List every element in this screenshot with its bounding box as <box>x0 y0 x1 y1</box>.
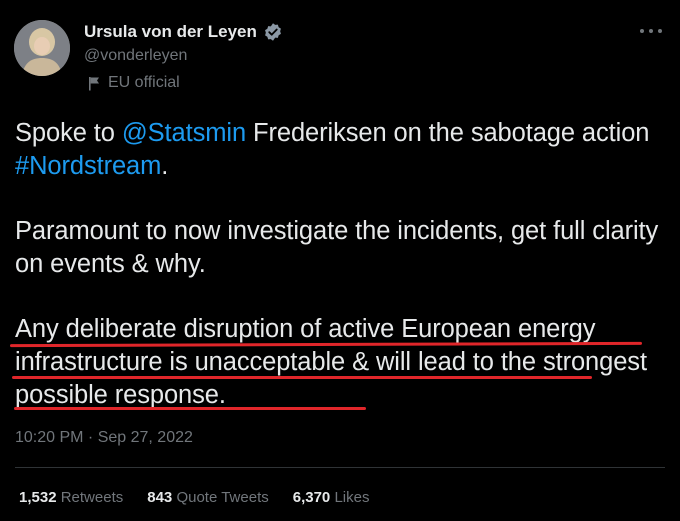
dot-icon <box>649 29 653 33</box>
quote-tweets-count: 843 <box>147 489 173 506</box>
flag-icon <box>88 76 100 91</box>
red-underline <box>14 407 366 410</box>
verified-badge-icon <box>263 22 283 42</box>
affiliation-label: EU official <box>88 74 180 92</box>
dot-icon <box>640 29 644 33</box>
tweet-timestamp[interactable]: 10:20 PM · Sep 27, 2022 <box>15 429 193 447</box>
more-options-button[interactable] <box>640 22 662 40</box>
engagement-stats: 1,532 Retweets 843 Quote Tweets 6,370 Li… <box>19 489 369 506</box>
text-segment: Spoke to <box>15 119 122 147</box>
display-name[interactable]: Ursula von der Leyen <box>84 22 257 42</box>
tweet-paragraph-1: Spoke to @Statsmin Frederiksen on the sa… <box>15 117 665 183</box>
tweet-paragraph-2: Paramount to now investigate the inciden… <box>15 217 659 278</box>
text-segment: . <box>161 152 169 180</box>
retweets-count: 1,532 <box>19 489 57 506</box>
retweets-stat[interactable]: 1,532 Retweets <box>19 489 123 506</box>
author-handle[interactable]: @vonderleyen <box>84 47 187 65</box>
red-underline <box>12 376 592 379</box>
hashtag-link[interactable]: #Nordstream <box>15 152 161 180</box>
quote-tweets-label: Quote Tweets <box>176 489 269 506</box>
likes-label: Likes <box>334 489 370 506</box>
avatar-image <box>14 20 70 76</box>
affiliation-text: EU official <box>108 74 180 91</box>
text-segment: Frederiksen on the sabotage action <box>246 119 650 147</box>
dot-icon <box>658 29 662 33</box>
likes-count: 6,370 <box>292 489 331 506</box>
tweet-paragraph-3: Any deliberate disruption of active Euro… <box>15 315 647 409</box>
divider <box>15 467 665 468</box>
mention-link[interactable]: @Statsmin <box>122 119 246 147</box>
quote-tweets-stat[interactable]: 843 Quote Tweets <box>147 489 268 506</box>
author-name-row: Ursula von der Leyen <box>84 22 283 42</box>
avatar[interactable] <box>14 20 70 76</box>
tweet-text: Spoke to @Statsmin Frederiksen on the sa… <box>15 117 665 444</box>
likes-stat[interactable]: 6,370 Likes <box>293 489 370 506</box>
retweets-label: Retweets <box>60 489 124 506</box>
